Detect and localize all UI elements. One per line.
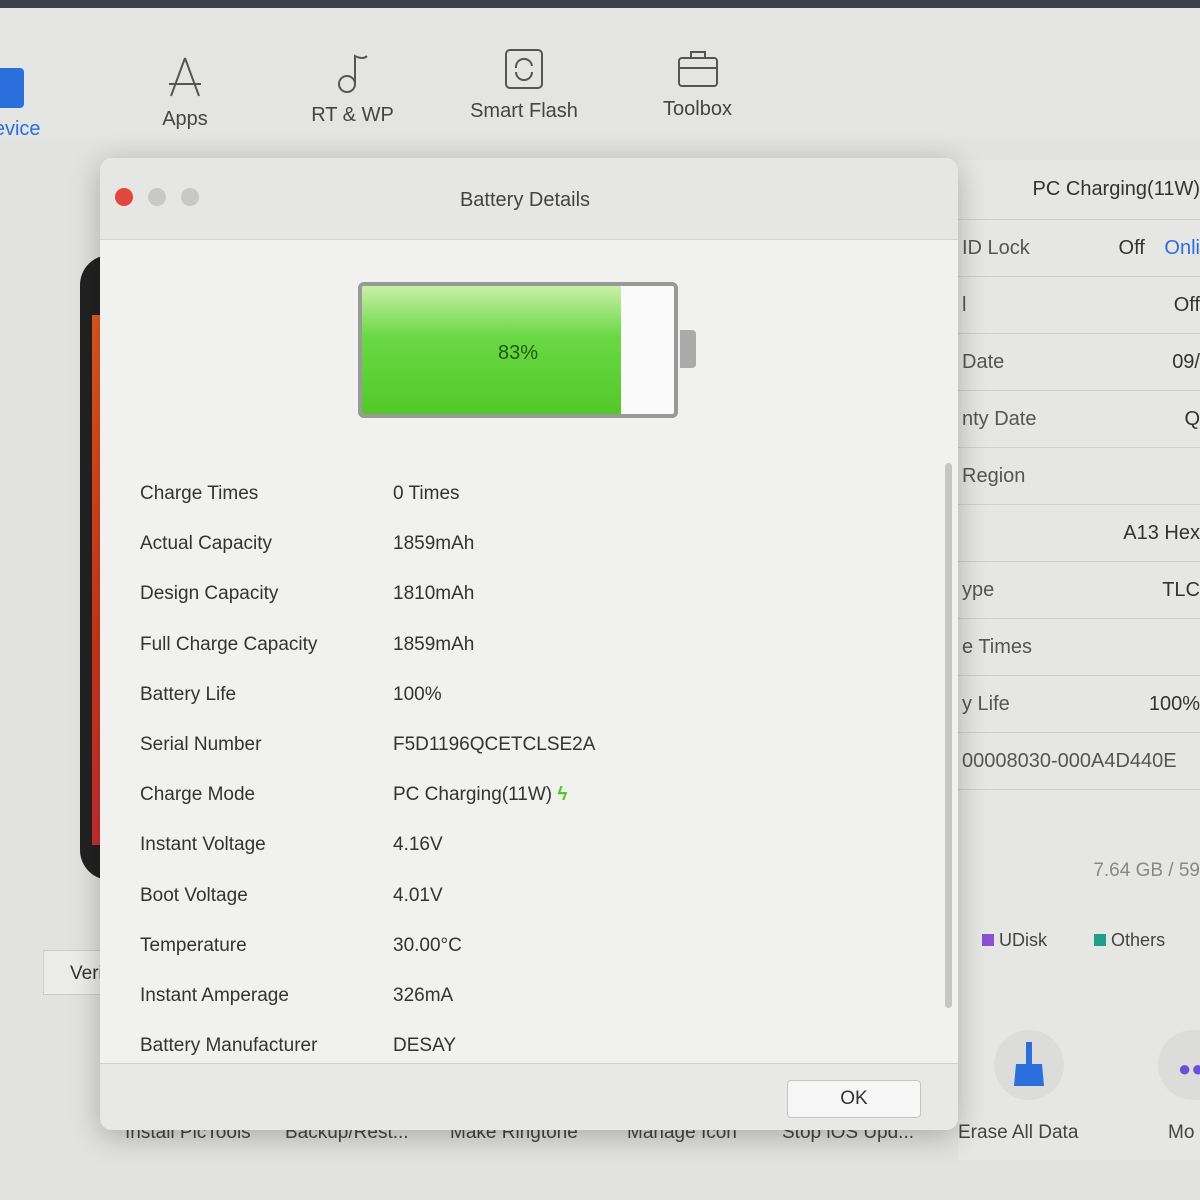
- scrollbar[interactable]: [945, 463, 952, 1008]
- info-label: y Life: [962, 692, 1010, 715]
- info-value: TLC: [1162, 578, 1200, 601]
- dialog-titlebar: Battery Details: [100, 158, 958, 240]
- info-value: 100%: [1148, 692, 1200, 715]
- detail-value: 4.01V: [393, 884, 443, 906]
- detail-label: Battery Manufacturer: [140, 1035, 318, 1057]
- battery-terminal: [680, 330, 696, 368]
- detail-label: Temperature: [140, 934, 247, 956]
- info-row: ype TLC: [958, 562, 1200, 619]
- dialog-footer: OK: [100, 1063, 958, 1130]
- toolbox-item[interactable]: Erase All Data: [958, 1122, 1078, 1144]
- info-row: 00008030-000A4D440E: [958, 733, 1200, 790]
- refresh-icon: [460, 40, 588, 90]
- info-label: l: [962, 293, 967, 316]
- detail-label: Charge Times: [140, 483, 259, 504]
- online-link[interactable]: Onli: [1164, 237, 1200, 259]
- detail-value: 100%: [393, 683, 442, 705]
- tab-rt-wp[interactable]: RT & WP: [300, 44, 405, 127]
- lightning-icon: ϟ: [557, 784, 568, 806]
- tab-device[interactable]: Device: [0, 58, 50, 141]
- detail-label: Charge Mode: [140, 784, 256, 806]
- info-row: nty Date Q: [958, 391, 1200, 448]
- info-row: y Life 100%: [958, 676, 1200, 733]
- info-value: Q: [1184, 407, 1200, 430]
- info-label: ype: [962, 578, 995, 601]
- toolbox-item[interactable]: Mo: [1168, 1122, 1194, 1144]
- info-value: 09/: [1172, 350, 1200, 373]
- info-label: e Times: [962, 635, 1033, 658]
- dialog-title: Battery Details: [459, 189, 591, 211]
- detail-value: DESAY: [393, 1035, 457, 1057]
- battery-details-dialog: Battery Details 83% Charge Times 0 Times A…: [100, 158, 958, 1130]
- storage-legend: UDisk Others: [982, 930, 1165, 951]
- detail-value: 4.16V: [393, 834, 443, 856]
- info-row: ID Lock Off Onli: [958, 220, 1200, 277]
- detail-value: F5D1196QCETCLSE2A: [393, 734, 596, 755]
- info-value: Off Onli: [1118, 236, 1200, 259]
- tab-apps[interactable]: Apps: [140, 48, 230, 131]
- info-row: Region: [958, 448, 1200, 505]
- music-note-icon: [300, 44, 405, 94]
- tab-smart-flash[interactable]: Smart Flash: [460, 40, 588, 123]
- battery-level-indicator: 83%: [358, 282, 678, 418]
- info-label: Region: [962, 464, 1026, 487]
- info-label: ID Lock: [962, 236, 1030, 259]
- detail-value: 0 Times: [393, 483, 460, 504]
- more-dots-icon: ●●: [1178, 1056, 1200, 1081]
- info-row: l Off: [958, 277, 1200, 334]
- toolbox-icon: [650, 38, 745, 88]
- info-value: A13 Hex: [1123, 521, 1200, 544]
- ok-button[interactable]: OK: [787, 1080, 921, 1118]
- info-row: e Times: [958, 619, 1200, 676]
- detail-label: Boot Voltage: [140, 884, 248, 906]
- info-label: nty Date: [962, 407, 1037, 430]
- battery-percent: 83%: [497, 342, 539, 364]
- detail-value: 1859mAh: [393, 533, 475, 555]
- detail-value: 326mA: [393, 985, 454, 1006]
- detail-label: Instant Voltage: [140, 834, 266, 856]
- device-info-panel: PC Charging(11W) ID Lock Off Onli l Off Date…: [958, 160, 1200, 1160]
- tab-toolbox[interactable]: Toolbox: [650, 38, 745, 121]
- detail-label: Actual Capacity: [140, 533, 273, 555]
- top-toolbar: Device Apps RT & WP Smart Flash Toolbox: [0, 0, 1200, 140]
- erase-all-data-button[interactable]: [994, 1030, 1064, 1100]
- detail-label: Instant Amperage: [140, 985, 289, 1006]
- storage-value: 7.64 GB / 59: [1093, 860, 1200, 881]
- charge-mode-value: PC Charging(11W): [1032, 178, 1200, 200]
- detail-label: Full Charge Capacity: [140, 633, 318, 655]
- info-label: Date: [962, 350, 1005, 373]
- info-label: 00008030-000A4D440E: [962, 749, 1177, 772]
- tablet-icon: [0, 58, 50, 108]
- app-store-icon: [140, 48, 230, 98]
- detail-value: 1810mAh: [393, 583, 475, 605]
- broom-icon: [1014, 1042, 1044, 1086]
- detail-value: 1859mAh: [393, 633, 475, 655]
- detail-label: Design Capacity: [140, 583, 279, 605]
- info-row: A13 Hex: [958, 505, 1200, 562]
- info-value: Off: [1173, 293, 1200, 316]
- detail-value: 30.00°C: [393, 934, 462, 956]
- detail-label: Battery Life: [140, 683, 237, 705]
- detail-value: PC Charging(11W) ϟ: [393, 784, 568, 806]
- detail-label: Serial Number: [140, 734, 262, 755]
- info-row: Date 09/: [958, 334, 1200, 391]
- more-button[interactable]: ●●: [1158, 1030, 1200, 1100]
